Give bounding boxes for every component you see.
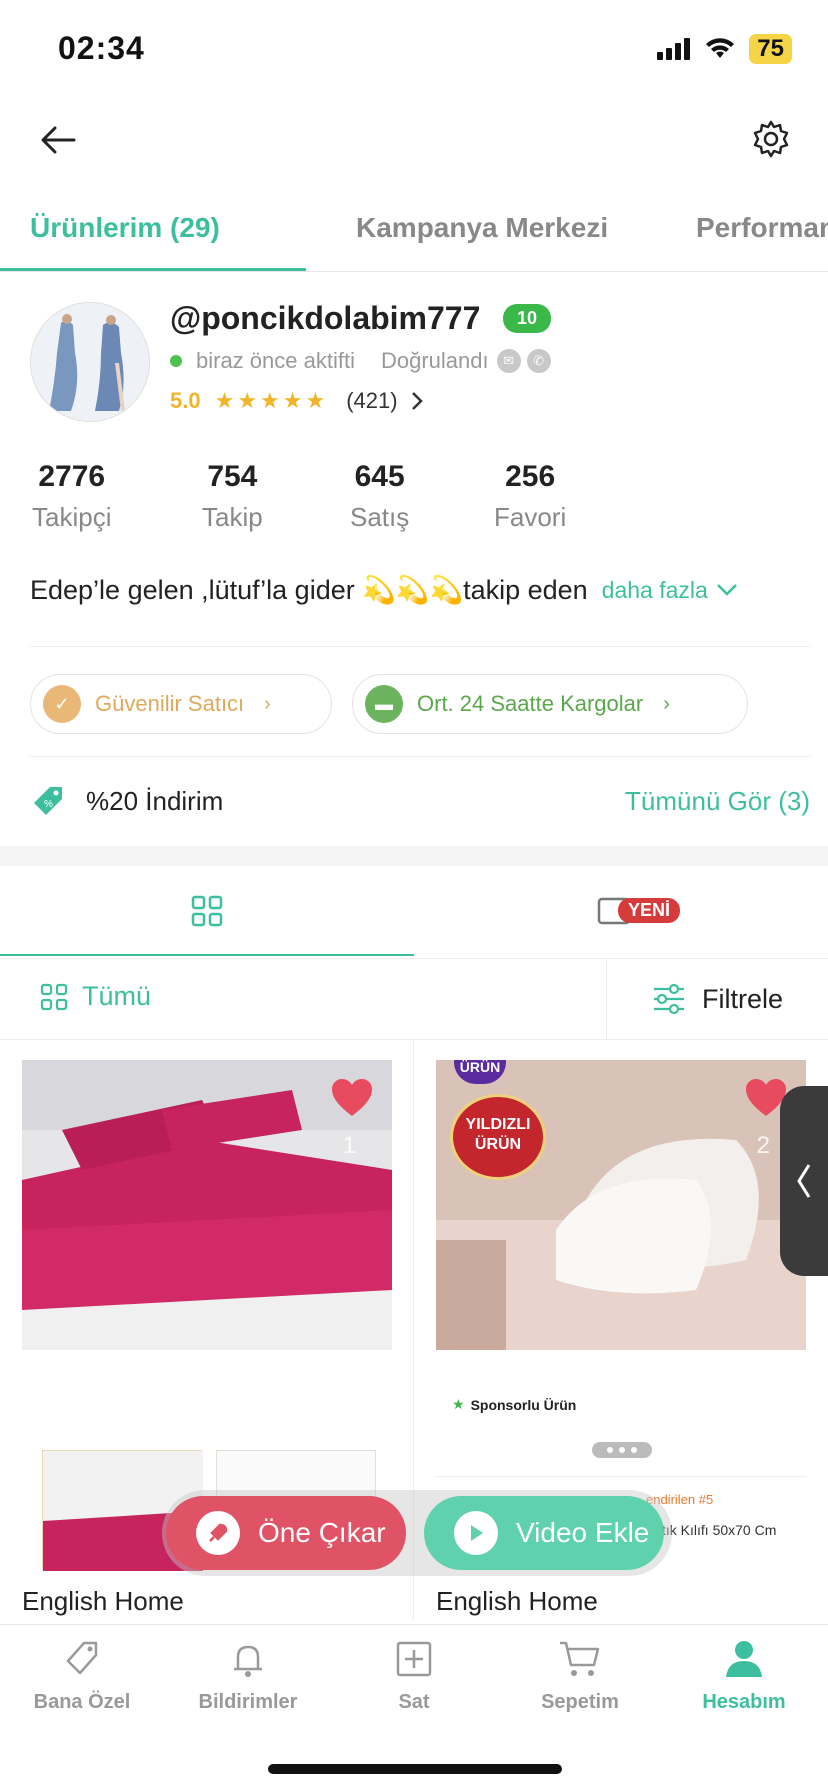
email-verified-icon: ✉ — [496, 349, 521, 373]
rating-count: (421) — [346, 388, 398, 413]
status-bar: 02:34 75 — [0, 0, 828, 100]
rocket-icon — [196, 1511, 240, 1555]
profile-stats: 2776 Takipçi 754 Takip 645 Satış 256 Fav… — [0, 460, 828, 540]
phone-verified-icon: ✆ — [526, 349, 551, 373]
discount-row[interactable]: % %20 İndirim Tümünü Gör (3) — [30, 776, 810, 826]
battery-indicator: 75 — [749, 34, 792, 64]
add-video-button[interactable]: Video Ekle — [424, 1496, 664, 1570]
filter-row: Tümü Filtrele — [0, 958, 828, 1040]
tab-performance[interactable]: Performans — [696, 212, 828, 244]
nav-for-you[interactable]: Bana Özel — [2, 1639, 162, 1714]
truck-icon: ▬ — [365, 685, 403, 723]
product-image: 1 — [22, 1060, 392, 1350]
star-icon: ★ — [452, 1396, 465, 1412]
svg-text:%: % — [44, 799, 53, 810]
section-tabs: Ürünlerim (29) Kampanya Merkezi Performa… — [0, 200, 828, 272]
view-tabs: YENİ — [0, 866, 828, 956]
verified-label: Doğrulandı — [380, 348, 489, 373]
cellular-signal-icon — [657, 38, 691, 60]
nav-account[interactable]: Hesabım — [664, 1639, 824, 1714]
product-caption: tık Kılıfı 50x70 Cm — [662, 1522, 777, 1538]
chevron-right-icon: › — [264, 692, 271, 715]
carousel-dots — [592, 1442, 652, 1458]
favorite-heart-icon[interactable] — [330, 1078, 374, 1118]
product-index: 1 — [342, 1132, 356, 1159]
chevron-right-icon — [411, 392, 423, 410]
rating-stars: ★★★★★ — [214, 388, 329, 413]
back-arrow-icon[interactable] — [38, 120, 78, 160]
product-image: 2 ÜRÜN YILDIZLI ÜRÜN — [436, 1060, 806, 1350]
divider — [30, 756, 810, 757]
top-nav — [0, 110, 828, 170]
product-index: 2 — [756, 1132, 770, 1159]
new-badge: YENİ — [618, 898, 681, 923]
gear-icon[interactable] — [750, 118, 792, 160]
tab-grid-view[interactable] — [0, 866, 414, 956]
product-brand: English Home — [22, 1586, 184, 1616]
active-view-underline — [0, 954, 414, 956]
see-all-link[interactable]: Tümünü Gör (3) — [625, 786, 810, 817]
divider — [30, 646, 810, 647]
all-products-button[interactable]: Tümü — [40, 981, 151, 1012]
nav-cart[interactable]: Sepetim — [500, 1639, 660, 1714]
grid-icon — [40, 983, 68, 1010]
online-dot — [170, 355, 182, 367]
fast-shipping-badge[interactable]: ▬ Ort. 24 Saatte Kargolar › — [352, 674, 748, 734]
section-separator — [0, 846, 828, 866]
stat-favorites[interactable]: 256 Favori — [494, 460, 566, 533]
nav-notifications[interactable]: Bildirimler — [168, 1639, 328, 1714]
avatar-image — [31, 303, 149, 421]
side-drawer-handle[interactable] — [780, 1086, 828, 1276]
floating-actions: Öne Çıkar Video Ekle — [162, 1490, 672, 1576]
stat-following[interactable]: 754 Takip — [202, 460, 263, 533]
tab-campaign-center[interactable]: Kampanya Merkezi — [356, 212, 608, 244]
avatar[interactable] — [30, 302, 150, 422]
home-indicator — [268, 1764, 562, 1774]
filter-button[interactable]: Filtrele — [606, 959, 828, 1039]
bell-icon — [234, 1645, 262, 1677]
trusted-seal-icon: ✓ — [43, 685, 81, 723]
bottom-nav: Bana Özel Bildirimler Sat Sepetim Hesabı… — [0, 1624, 828, 1734]
stat-followers[interactable]: 2776 Takipçi — [32, 460, 111, 533]
product-brand: English Home — [436, 1586, 598, 1616]
rating-value: 5.0 — [170, 388, 201, 413]
product-card[interactable]: 2 ÜRÜN YILDIZLI ÜRÜN ★ Sponsorlu Ürün en… — [436, 1060, 806, 1616]
tag-icon — [66, 1641, 98, 1675]
chevron-down-icon[interactable] — [716, 583, 738, 597]
plus-square-icon — [396, 1641, 432, 1677]
status-time: 02:34 — [58, 30, 145, 66]
rating-row[interactable]: 5.0 ★★★★★ (421) — [170, 388, 424, 414]
grid-icon — [191, 895, 223, 927]
play-icon — [454, 1511, 498, 1555]
bio-text: Edep’le gelen ,lütuf’la gider 💫💫💫takip e… — [30, 575, 588, 605]
discount-label: %20 İndirim — [86, 785, 224, 816]
chevron-left-icon — [797, 1164, 811, 1198]
sponsored-label: ★ Sponsorlu Ürün — [452, 1396, 577, 1413]
show-more-link[interactable]: daha fazla — [602, 577, 708, 604]
nav-sell[interactable]: Sat — [334, 1639, 494, 1714]
level-badge: 10 — [503, 304, 552, 333]
discount-tag-icon: % — [34, 787, 62, 815]
sliders-icon — [653, 983, 684, 1015]
user-icon — [726, 1641, 762, 1677]
cart-icon — [560, 1641, 600, 1676]
promote-button[interactable]: Öne Çıkar — [166, 1496, 406, 1570]
wifi-icon — [706, 38, 735, 58]
starred-product-badge: ÜRÜN YILDIZLI ÜRÜN — [450, 1060, 550, 1184]
bio: Edep’le gelen ,lütuf’la gider 💫💫💫takip e… — [30, 574, 810, 606]
tab-my-products[interactable]: Ürünlerim (29) — [30, 212, 220, 244]
trusted-seller-badge[interactable]: ✓ Güvenilir Satıcı › — [30, 674, 332, 734]
online-status: biraz önce aktifti — [196, 348, 355, 373]
chevron-right-icon: › — [663, 692, 670, 715]
stat-sales[interactable]: 645 Satış — [350, 460, 409, 533]
username: @poncikdolabim777 — [170, 300, 481, 336]
active-tab-underline — [0, 268, 306, 271]
product-card[interactable]: 1 English Home — [22, 1060, 392, 1616]
